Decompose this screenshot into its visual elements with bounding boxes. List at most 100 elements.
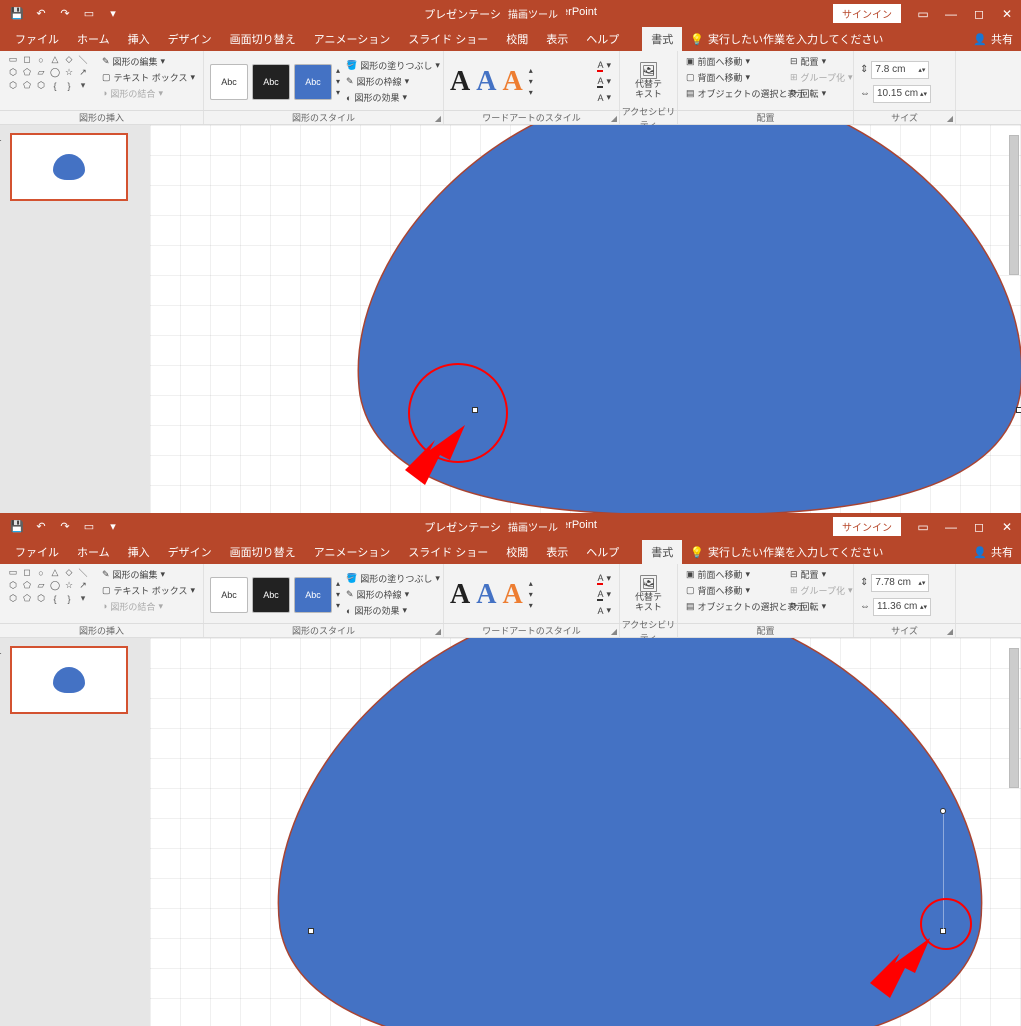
wordart-1[interactable]: A: [450, 66, 470, 98]
dialog-launcher-icon[interactable]: ◢: [435, 627, 441, 636]
selection-handle-right[interactable]: [1016, 407, 1021, 413]
tab-format[interactable]: 書式: [642, 540, 682, 564]
textbox-button[interactable]: ▢テキスト ボックス ▾: [100, 69, 197, 85]
style-gallery[interactable]: Abc Abc Abc ▴▾▾: [210, 577, 340, 613]
shapes-gallery[interactable]: ▭◻○△◇＼ ⬡⬠▱◯☆↗ ⬡⬠⬡{}▾: [6, 566, 90, 605]
start-from-beginning-icon[interactable]: ▭: [78, 3, 100, 25]
thumbnail-pane[interactable]: 1: [0, 638, 150, 1026]
bring-forward-button[interactable]: ▣前面へ移動 ▾: [684, 566, 784, 582]
style-swatch-1[interactable]: Abc: [210, 577, 248, 613]
tab-insert[interactable]: 挿入: [119, 540, 159, 564]
tab-animations[interactable]: アニメーション: [305, 27, 400, 51]
dialog-launcher-icon[interactable]: ◢: [611, 114, 617, 123]
shape-effects-button[interactable]: ◐図形の効果 ▾: [344, 603, 442, 619]
rotate-button[interactable]: ⟳回転 ▾: [788, 85, 855, 101]
alt-text-button[interactable]: 🖼 代替テ キスト: [635, 63, 662, 100]
tab-home[interactable]: ホーム: [68, 540, 119, 564]
vertical-scrollbar[interactable]: [1009, 135, 1019, 275]
minimize-icon[interactable]: —: [937, 513, 965, 540]
selection-handle-left[interactable]: [308, 928, 314, 934]
style-swatch-2[interactable]: Abc: [252, 577, 290, 613]
undo-icon[interactable]: ↶: [30, 516, 52, 538]
tab-insert[interactable]: 挿入: [119, 27, 159, 51]
tab-design[interactable]: デザイン: [159, 540, 221, 564]
thumbnail-pane[interactable]: 1: [0, 125, 150, 513]
gallery-scroll[interactable]: ▴▾▾: [336, 579, 340, 610]
slide-thumbnail-1[interactable]: [10, 646, 128, 714]
undo-icon[interactable]: ↶: [30, 3, 52, 25]
text-effects-button[interactable]: A ▾: [595, 603, 613, 619]
tab-slideshow[interactable]: スライド ショー: [399, 27, 497, 51]
tab-file[interactable]: ファイル: [6, 27, 68, 51]
text-fill-button[interactable]: A ▾: [595, 58, 613, 74]
minimize-icon[interactable]: —: [937, 0, 965, 27]
dialog-launcher-icon[interactable]: ◢: [611, 627, 617, 636]
redo-icon[interactable]: ↷: [54, 3, 76, 25]
selection-pane-button[interactable]: ▤オブジェクトの選択と表示: [684, 598, 784, 614]
slide-canvas[interactable]: [150, 125, 1021, 513]
textbox-button[interactable]: ▢テキスト ボックス ▾: [100, 582, 197, 598]
height-input[interactable]: 7.78 cm▴▾: [871, 574, 929, 592]
send-backward-button[interactable]: ▢背面へ移動 ▾: [684, 582, 784, 598]
wordart-gallery[interactable]: A A A ▴▾▾: [450, 579, 533, 611]
tab-view[interactable]: 表示: [537, 27, 577, 51]
qat-more-icon[interactable]: ▾: [102, 3, 124, 25]
tab-home[interactable]: ホーム: [68, 27, 119, 51]
selection-pane-button[interactable]: ▤オブジェクトの選択と表示: [684, 85, 784, 101]
shape-outline-button[interactable]: ✎図形の枠線 ▾: [344, 74, 442, 90]
tab-file[interactable]: ファイル: [6, 540, 68, 564]
close-icon[interactable]: ✕: [993, 513, 1021, 540]
share-button[interactable]: 👤 共有: [973, 31, 1013, 47]
style-swatch-3[interactable]: Abc: [294, 64, 332, 100]
signin-button[interactable]: サインイン: [833, 4, 901, 23]
tab-animations[interactable]: アニメーション: [305, 540, 400, 564]
tab-slideshow[interactable]: スライド ショー: [399, 540, 497, 564]
style-gallery[interactable]: Abc Abc Abc ▴▾▾: [210, 64, 340, 100]
wordart-3[interactable]: A: [502, 579, 522, 611]
tab-transitions[interactable]: 画面切り替え: [221, 27, 305, 51]
tab-format[interactable]: 書式: [642, 27, 682, 51]
redo-icon[interactable]: ↷: [54, 516, 76, 538]
align-button[interactable]: ⊟配置 ▾: [788, 53, 855, 69]
save-icon[interactable]: 💾: [6, 516, 28, 538]
maximize-icon[interactable]: ◻: [965, 0, 993, 27]
dialog-launcher-icon[interactable]: ◢: [435, 114, 441, 123]
save-icon[interactable]: 💾: [6, 3, 28, 25]
selection-handle-left[interactable]: [472, 407, 478, 413]
width-input[interactable]: 10.15 cm▴▾: [873, 85, 931, 103]
slide-thumbnail-1[interactable]: [10, 133, 128, 201]
tell-me-search[interactable]: 💡 実行したい作業を入力してください: [690, 31, 883, 47]
width-input[interactable]: 11.36 cm▴▾: [873, 598, 931, 616]
tell-me-search[interactable]: 💡 実行したい作業を入力してください: [690, 544, 883, 560]
wordart-scroll[interactable]: ▴▾▾: [529, 66, 533, 97]
dialog-launcher-icon[interactable]: ◢: [947, 114, 953, 123]
wordart-scroll[interactable]: ▴▾▾: [529, 579, 533, 610]
tab-help[interactable]: ヘルプ: [577, 540, 628, 564]
shape-outline-button[interactable]: ✎図形の枠線 ▾: [344, 587, 442, 603]
shapes-gallery[interactable]: ▭◻○△◇＼ ⬡⬠▱◯☆↗ ⬡⬠⬡{}▾: [6, 53, 90, 92]
share-button[interactable]: 👤 共有: [973, 544, 1013, 560]
bring-forward-button[interactable]: ▣前面へ移動 ▾: [684, 53, 784, 69]
rotate-button[interactable]: ⟳回転 ▾: [788, 598, 855, 614]
vertical-scrollbar[interactable]: [1009, 648, 1019, 788]
slide-canvas[interactable]: [150, 638, 1021, 1026]
tab-design[interactable]: デザイン: [159, 27, 221, 51]
shape-effects-button[interactable]: ◐図形の効果 ▾: [344, 90, 442, 106]
alt-text-button[interactable]: 🖼 代替テ キスト: [635, 576, 662, 613]
align-button[interactable]: ⊟配置 ▾: [788, 566, 855, 582]
wordart-1[interactable]: A: [450, 579, 470, 611]
shape-fill-button[interactable]: 🪣図形の塗りつぶし ▾: [344, 58, 442, 74]
style-swatch-2[interactable]: Abc: [252, 64, 290, 100]
wordart-gallery[interactable]: A A A ▴▾▾: [450, 66, 533, 98]
edit-shape-button[interactable]: ✎図形の編集 ▾: [100, 53, 197, 69]
tab-view[interactable]: 表示: [537, 540, 577, 564]
dialog-launcher-icon[interactable]: ◢: [947, 627, 953, 636]
signin-button[interactable]: サインイン: [833, 517, 901, 536]
wordart-2[interactable]: A: [476, 579, 496, 611]
tab-help[interactable]: ヘルプ: [577, 27, 628, 51]
ribbon-display-icon[interactable]: ▭: [909, 0, 937, 27]
text-fill-button[interactable]: A ▾: [595, 571, 613, 587]
maximize-icon[interactable]: ◻: [965, 513, 993, 540]
text-outline-button[interactable]: A ▾: [595, 74, 613, 90]
text-outline-button[interactable]: A ▾: [595, 587, 613, 603]
